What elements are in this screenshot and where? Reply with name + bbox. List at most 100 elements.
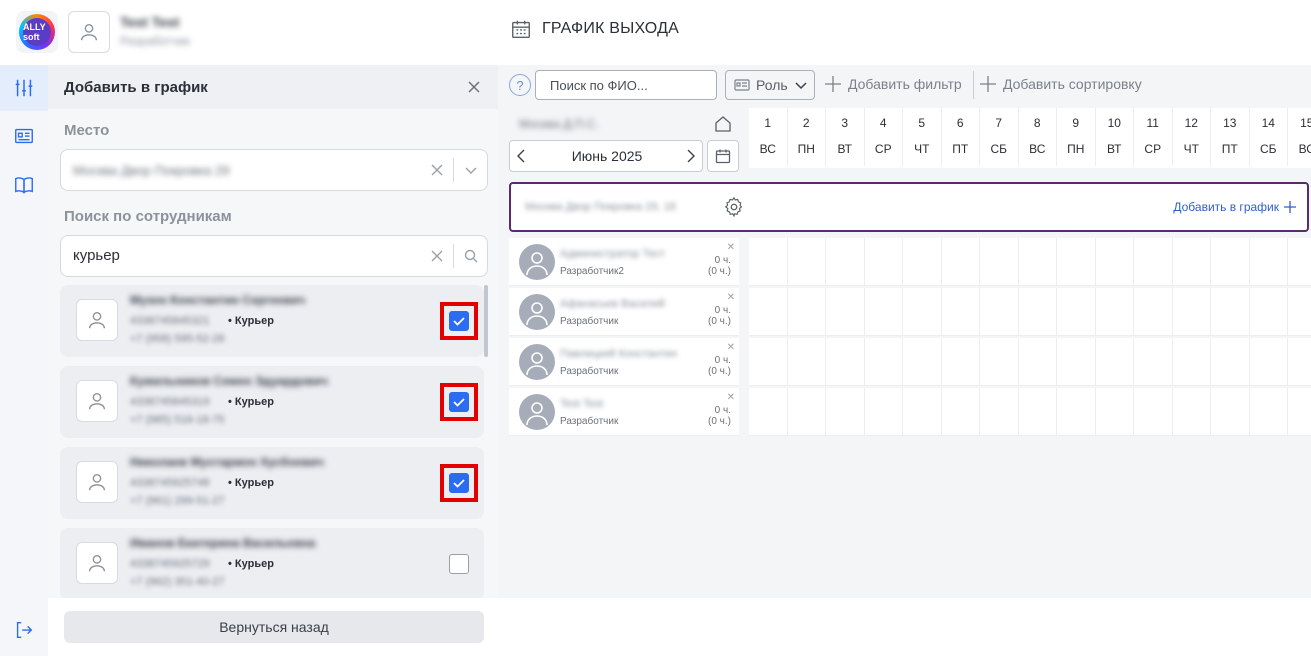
schedule-cell[interactable] [1211, 238, 1250, 286]
add-sort-button[interactable]: Добавить сортировку [979, 75, 1142, 93]
employee-list-scrollbar[interactable] [484, 285, 488, 357]
sidebar-item-cards[interactable] [0, 113, 48, 159]
place-dropdown-toggle[interactable] [461, 160, 481, 180]
schedule-cell[interactable] [1018, 238, 1057, 286]
schedule-cell[interactable] [980, 338, 1019, 386]
schedule-cell[interactable] [1172, 388, 1211, 436]
sidebar-item-schedule[interactable] [0, 65, 48, 111]
employee-row[interactable]: Администратор Тест Разработчик2 ✕ 0 ч. (… [509, 238, 739, 286]
employee-checkbox[interactable] [449, 473, 469, 493]
schedule-cell[interactable] [864, 388, 903, 436]
schedule-cell[interactable] [749, 238, 788, 286]
user-avatar[interactable] [68, 11, 110, 53]
schedule-cell[interactable] [1172, 288, 1211, 336]
panel-close-button[interactable] [464, 77, 484, 97]
employee-checkbox[interactable] [449, 311, 469, 331]
schedule-cell[interactable] [787, 288, 826, 336]
schedule-cell[interactable] [1172, 238, 1211, 286]
schedule-cell[interactable] [1057, 238, 1096, 286]
schedule-cell[interactable] [1095, 388, 1134, 436]
remove-row-button[interactable]: ✕ [727, 242, 735, 253]
remove-row-button[interactable]: ✕ [727, 292, 735, 303]
employee-checkbox[interactable] [449, 392, 469, 412]
schedule-cell[interactable] [1095, 288, 1134, 336]
schedule-cell[interactable] [1288, 338, 1311, 386]
schedule-cell[interactable] [980, 238, 1019, 286]
schedule-cell[interactable] [826, 288, 865, 336]
remove-row-button[interactable]: ✕ [727, 342, 735, 353]
schedule-cell[interactable] [787, 338, 826, 386]
schedule-cell[interactable] [903, 238, 942, 286]
schedule-cell[interactable] [1211, 338, 1250, 386]
schedule-cell[interactable] [1057, 288, 1096, 336]
sidebar-item-docs[interactable] [0, 162, 48, 208]
back-button[interactable]: Вернуться назад [64, 611, 484, 643]
help-button[interactable]: ? [509, 74, 531, 96]
search-clear-button[interactable] [427, 246, 447, 266]
schedule-cell[interactable] [1018, 288, 1057, 336]
schedule-cell[interactable] [941, 388, 980, 436]
schedule-cell[interactable] [1249, 288, 1288, 336]
employee-card[interactable]: Кужильников Семен Эдуардович 43387458453… [60, 366, 484, 438]
schedule-cell[interactable] [749, 388, 788, 436]
search-button[interactable] [461, 246, 481, 266]
schedule-cell[interactable] [1057, 338, 1096, 386]
schedule-cell[interactable] [941, 238, 980, 286]
schedule-cell[interactable] [903, 288, 942, 336]
place-settings-button[interactable] [723, 196, 745, 223]
add-to-schedule-link[interactable]: Добавить в график [1173, 200, 1297, 214]
schedule-cell[interactable] [1095, 238, 1134, 286]
schedule-cell[interactable] [980, 288, 1019, 336]
schedule-cell[interactable] [1134, 388, 1173, 436]
schedule-cell[interactable] [1288, 288, 1311, 336]
schedule-cell[interactable] [1249, 338, 1288, 386]
schedule-cell[interactable] [980, 388, 1019, 436]
schedule-cell[interactable] [787, 238, 826, 286]
fio-search-input[interactable] [535, 70, 717, 100]
schedule-cell[interactable] [749, 288, 788, 336]
home-button[interactable] [714, 115, 732, 138]
schedule-cell[interactable] [1095, 338, 1134, 386]
role-filter-dropdown[interactable]: Роль [725, 70, 815, 100]
schedule-cell[interactable] [941, 338, 980, 386]
employee-checkbox[interactable] [449, 554, 469, 574]
employee-search-input[interactable]: курьер [60, 235, 488, 277]
schedule-cell[interactable] [826, 238, 865, 286]
date-picker-button[interactable] [707, 140, 739, 172]
schedule-cell[interactable] [864, 288, 903, 336]
schedule-cell[interactable] [1134, 238, 1173, 286]
add-filter-button[interactable]: Добавить фильтр [824, 75, 962, 93]
employee-row[interactable]: Test Test Разработчик ✕ 0 ч. (0 ч.) [509, 388, 739, 436]
schedule-cell[interactable] [787, 388, 826, 436]
schedule-cell[interactable] [903, 388, 942, 436]
schedule-cell[interactable] [1057, 388, 1096, 436]
schedule-cell[interactable] [1172, 338, 1211, 386]
schedule-cell[interactable] [864, 238, 903, 286]
employee-card[interactable]: Николаев Мухтаржон Хусбоевич 43387459257… [60, 447, 484, 519]
schedule-cell[interactable] [1018, 388, 1057, 436]
schedule-cell[interactable] [826, 338, 865, 386]
employee-card[interactable]: Музон Константин Сергеевич 4338745845321… [60, 285, 484, 357]
schedule-cell[interactable] [1288, 388, 1311, 436]
schedule-cell[interactable] [1249, 238, 1288, 286]
schedule-cell[interactable] [1134, 338, 1173, 386]
schedule-cell[interactable] [903, 338, 942, 386]
employee-card[interactable]: Иванов Екатерина Васильевна 433874592572… [60, 528, 484, 600]
remove-row-button[interactable]: ✕ [727, 392, 735, 403]
place-clear-button[interactable] [427, 160, 447, 180]
schedule-cell[interactable] [826, 388, 865, 436]
employee-row[interactable]: Афанасьев Василий Разработчик ✕ 0 ч. (0 … [509, 288, 739, 336]
schedule-cell[interactable] [1211, 388, 1250, 436]
place-select[interactable]: Москва Двор Покровка 29 [60, 149, 488, 191]
schedule-cell[interactable] [749, 338, 788, 386]
month-next-button[interactable] [682, 148, 698, 169]
schedule-cell[interactable] [1288, 238, 1311, 286]
app-logo[interactable]: ALLY soft [16, 11, 58, 53]
schedule-cell[interactable] [941, 288, 980, 336]
logout-button[interactable] [12, 618, 36, 642]
schedule-cell[interactable] [1249, 388, 1288, 436]
schedule-cell[interactable] [1134, 288, 1173, 336]
employee-row[interactable]: Павлицкий Константин Разработчик ✕ 0 ч. … [509, 338, 739, 386]
schedule-cell[interactable] [864, 338, 903, 386]
schedule-cell[interactable] [1211, 288, 1250, 336]
